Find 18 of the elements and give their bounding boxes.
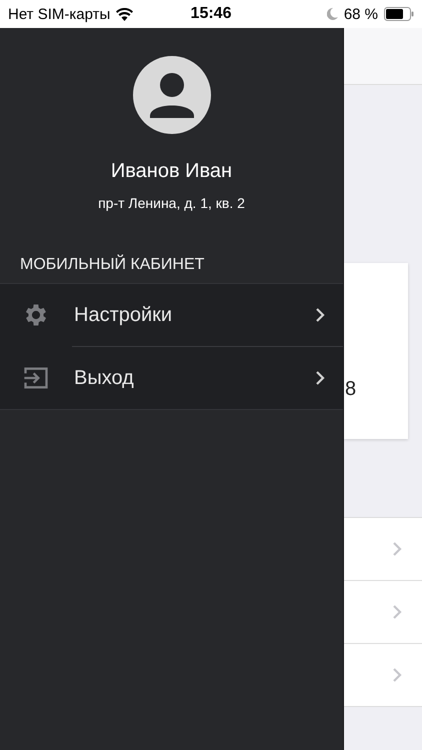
moon-icon: [326, 8, 338, 20]
menu-item[interactable]: Выход: [0, 347, 343, 410]
battery-icon: [384, 7, 414, 21]
menu-item[interactable]: Настройки: [0, 284, 343, 347]
wifi-icon: [116, 8, 134, 20]
battery-percent: 68 %: [344, 6, 378, 22]
chevron-icon: [315, 370, 325, 386]
section-title: МОБИЛЬНЫЙ КАБИНЕТ: [20, 256, 204, 274]
chevron-icon: [392, 541, 402, 557]
carrier-name: Нет SIM-карты: [8, 6, 110, 22]
avatar-icon: [132, 56, 210, 134]
card-text: 8: [345, 378, 356, 400]
user-address: пр-т Ленина, д. 1, кв. 2: [97, 195, 246, 211]
chevron-icon: [392, 667, 402, 683]
chevron-icon: [315, 307, 325, 323]
chevron-icon: [392, 604, 402, 620]
user-name: Иванов Иван: [110, 160, 234, 183]
clock: 15:46: [190, 5, 232, 23]
